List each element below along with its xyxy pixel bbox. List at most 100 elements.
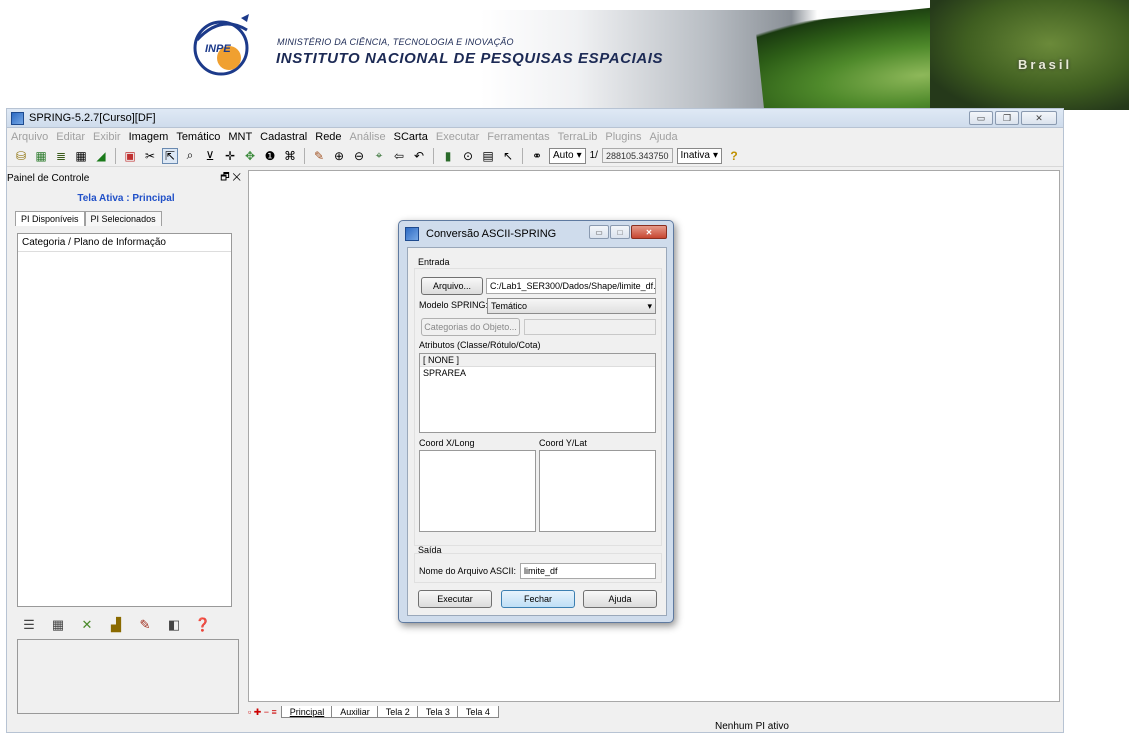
modelo-label: Modelo SPRING:: [419, 300, 489, 310]
dialog-close-button[interactable]: ✕: [631, 225, 667, 239]
menu-terralib[interactable]: TerraLib: [558, 131, 598, 143]
list-header: Categoria / Plano de Informação: [18, 234, 231, 252]
menu-rede[interactable]: Rede: [315, 131, 341, 143]
table-view-icon[interactable]: ▦: [50, 617, 66, 633]
select-icon[interactable]: ⊻: [202, 148, 218, 164]
link-icon[interactable]: ⚭: [529, 148, 545, 164]
coord-y-list[interactable]: [539, 450, 656, 532]
ajuda-button[interactable]: Ajuda: [583, 590, 657, 608]
active-screen-label: Tela Ativa : Principal: [77, 193, 175, 204]
fechar-button[interactable]: Fechar: [501, 590, 575, 608]
menu-executar[interactable]: Executar: [436, 131, 479, 143]
nome-arquivo-field[interactable]: limite_df: [520, 563, 656, 579]
spring-app-icon: [405, 227, 419, 241]
tab-pi-disponiveis[interactable]: PI Disponíveis: [15, 211, 85, 226]
dialog-titlebar[interactable]: Conversão ASCII-SPRING ▭ □ ✕: [399, 221, 673, 247]
dialog-minimize-button[interactable]: ▭: [589, 225, 609, 239]
search-icon[interactable]: ⌕: [182, 148, 198, 164]
executar-button[interactable]: Executar: [418, 590, 492, 608]
info-icon[interactable]: ❶: [262, 148, 278, 164]
menu-mnt[interactable]: MNT: [228, 131, 252, 143]
arquivo-button[interactable]: Arquivo...: [421, 277, 483, 295]
menu-cadastral[interactable]: Cadastral: [260, 131, 307, 143]
auto-select[interactable]: Auto ▾: [549, 147, 586, 164]
menu-scarta[interactable]: SCarta: [394, 131, 428, 143]
window-titlebar[interactable]: SPRING-5.2.7[Curso][DF] ▭ ❐ ✕: [7, 109, 1063, 128]
help-circle-icon[interactable]: ❓: [195, 617, 211, 633]
pi-list[interactable]: Categoria / Plano de Informação: [17, 233, 232, 607]
help-icon[interactable]: ?: [726, 148, 742, 164]
zoom-in-icon[interactable]: ⊕: [331, 148, 347, 164]
tab-pi-selecionados[interactable]: PI Selecionados: [84, 211, 162, 226]
window-title: SPRING-5.2.7[Curso][DF]: [29, 112, 156, 124]
pointer-mode-icon[interactable]: ⇱: [162, 147, 178, 164]
menu-plugins[interactable]: Plugins: [605, 131, 641, 143]
menu-ajuda[interactable]: Ajuda: [649, 131, 677, 143]
menu-imagem[interactable]: Imagem: [129, 131, 169, 143]
undo-icon[interactable]: ↶: [411, 148, 427, 164]
inativa-select[interactable]: Inativa ▾: [676, 147, 723, 164]
tab-tela-4[interactable]: Tela 4: [456, 706, 499, 718]
zoom-area-icon[interactable]: ⌖: [371, 148, 387, 164]
zoom-menu-icon[interactable]: ⊙: [460, 148, 476, 164]
categorias-field[interactable]: [524, 319, 656, 335]
edit-map-icon[interactable]: ✕: [79, 617, 95, 633]
atributos-list[interactable]: [ NONE ] SPRAREA: [419, 353, 656, 433]
close-button[interactable]: ✕: [1021, 111, 1057, 125]
menu-analise[interactable]: Análise: [350, 131, 386, 143]
database-icon[interactable]: ⛁: [13, 148, 29, 164]
arquivo-path-field[interactable]: C:/Lab1_SER300/Dados/Shape/limite_df.sl: [486, 278, 656, 294]
instituto-text: INSTITUTO NACIONAL DE PESQUISAS ESPACIAI…: [276, 50, 664, 67]
menu-arquivo[interactable]: Arquivo: [11, 131, 48, 143]
dialog-maximize-button[interactable]: □: [610, 225, 630, 239]
crosshair-icon[interactable]: ✛: [222, 148, 238, 164]
project-icon[interactable]: ▦: [33, 148, 49, 164]
menu-exibir[interactable]: Exibir: [93, 131, 121, 143]
cursor-icon[interactable]: ↖: [500, 148, 516, 164]
pencil-icon[interactable]: ✎: [137, 617, 153, 633]
ministerio-text: MINISTÉRIO DA CIÊNCIA, TECNOLOGIA E INOV…: [277, 37, 514, 47]
tab-principal[interactable]: Principal: [280, 706, 334, 718]
atributos-label: Atributos (Classe/Rótulo/Cota): [419, 340, 541, 350]
panel-tabs: PI Disponíveis PI Selecionados: [15, 211, 245, 226]
brasil-label: Brasil: [1018, 57, 1073, 72]
window-icon[interactable]: ▣: [122, 148, 138, 164]
grid-icon[interactable]: ▤: [480, 148, 496, 164]
vector-edit-icon[interactable]: ◢: [93, 148, 109, 164]
scale-input[interactable]: 288105.343750: [601, 148, 673, 163]
tab-nav-controls[interactable]: ▫ ✚ − ≡: [248, 707, 277, 718]
scissors-icon[interactable]: ✂: [142, 148, 158, 164]
panel-controls[interactable]: 🗗 ✕: [220, 170, 241, 187]
spray-icon[interactable]: ⌘: [282, 148, 298, 164]
menu-editar[interactable]: Editar: [56, 131, 85, 143]
list-item[interactable]: [ NONE ]: [420, 354, 655, 367]
coord-y-label: Coord Y/Lat: [539, 438, 587, 448]
panel-toggle-icon[interactable]: ◧: [166, 617, 182, 633]
nome-arquivo-label: Nome do Arquivo ASCII:: [419, 566, 517, 576]
table-icon[interactable]: ▦: [73, 148, 89, 164]
tab-auxiliar[interactable]: Auxiliar: [331, 706, 379, 718]
tab-tela-2[interactable]: Tela 2: [376, 706, 419, 718]
zoom-out-icon[interactable]: ⊖: [351, 148, 367, 164]
categorias-button[interactable]: Categorias do Objeto...: [421, 318, 520, 336]
inpe-logo-icon: INPE: [193, 14, 249, 76]
layers-icon[interactable]: ≣: [53, 148, 69, 164]
menu-ferramentas[interactable]: Ferramentas: [487, 131, 549, 143]
back-icon[interactable]: ⇦: [391, 148, 407, 164]
control-panel: Painel de Controle 🗗 ✕ Tela Ativa : Prin…: [7, 170, 245, 730]
pan-icon[interactable]: ✥: [242, 148, 258, 164]
bar-chart-icon[interactable]: ▮: [440, 148, 456, 164]
minimize-button[interactable]: ▭: [969, 111, 993, 125]
tab-tela-3[interactable]: Tela 3: [416, 706, 459, 718]
preview-box: [17, 639, 239, 714]
list-icon[interactable]: ☰: [21, 617, 37, 633]
dialog-title: Conversão ASCII-SPRING: [426, 228, 557, 240]
list-item[interactable]: SPRAREA: [420, 367, 655, 379]
modelo-select[interactable]: Temático ▾: [487, 298, 656, 314]
restore-button[interactable]: ❐: [995, 111, 1019, 125]
chart-icon[interactable]: ▟: [108, 617, 124, 633]
draw-icon[interactable]: ✎: [311, 148, 327, 164]
menu-tematico[interactable]: Temático: [176, 131, 220, 143]
status-bar: Nenhum PI ativo: [7, 720, 1063, 734]
coord-x-list[interactable]: [419, 450, 536, 532]
